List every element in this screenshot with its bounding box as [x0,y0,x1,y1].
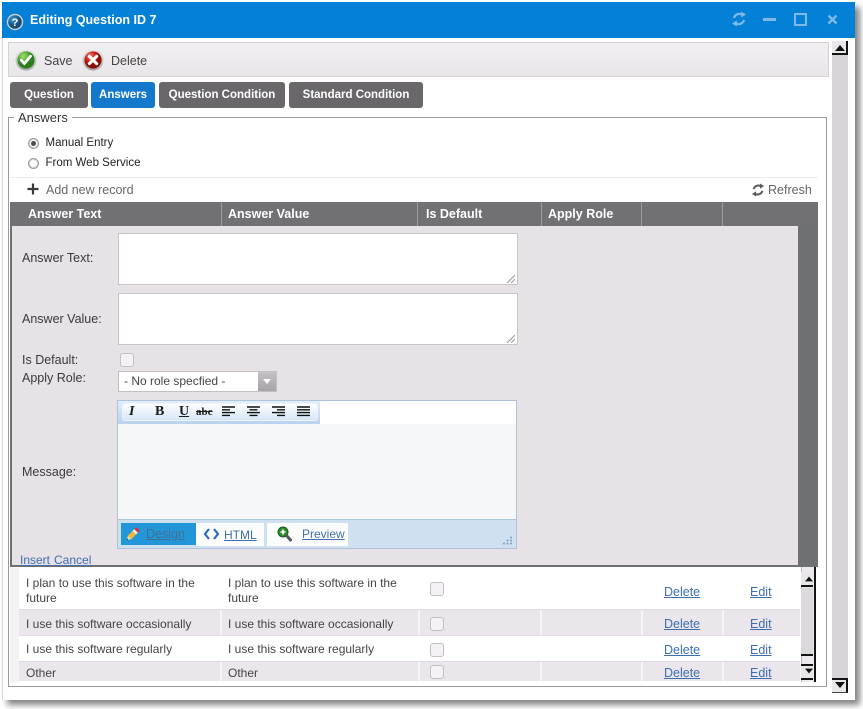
svg-text:?: ? [12,17,19,29]
